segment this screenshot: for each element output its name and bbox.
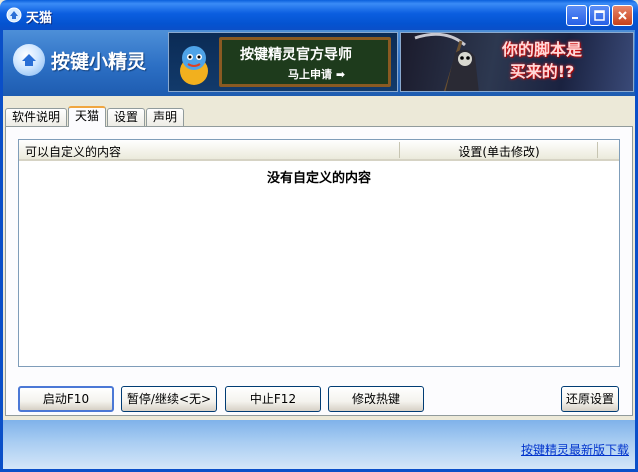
ad-banner-mentor[interactable]: 按键精灵官方导师 马上申请 ➡ — [168, 32, 398, 92]
column-divider[interactable] — [597, 142, 598, 158]
app-logo: 按键小精灵 — [13, 44, 146, 76]
title-bar[interactable]: 天猫 — [0, 0, 638, 30]
tab-strip: 软件说明 天猫 设置 声明 — [5, 106, 185, 127]
column-divider[interactable] — [399, 142, 400, 158]
close-button[interactable] — [612, 5, 633, 26]
window-title: 天猫 — [26, 11, 53, 26]
list-header: 可以自定义的内容 设置(单击修改) — [19, 140, 619, 161]
banner-mentor-apply: 马上申请 ➡ — [288, 68, 346, 81]
ad-banner-script[interactable]: 你的脚本是 买来的!? — [400, 32, 634, 92]
minimize-icon — [572, 17, 578, 19]
logo-icon — [13, 44, 45, 76]
empty-list-message: 没有自定义的内容 — [266, 171, 371, 186]
pause-resume-button[interactable]: 暂停/继续<无> — [121, 386, 217, 412]
banner-script-line2: 买来的!? — [509, 62, 575, 81]
tab-tmall[interactable]: 天猫 — [68, 106, 107, 127]
start-button[interactable]: 启动F10 — [18, 386, 114, 412]
grim-reaper-icon — [414, 33, 479, 91]
close-icon — [618, 11, 627, 20]
app-icon — [6, 7, 22, 23]
maximize-icon — [594, 10, 605, 21]
restore-settings-button[interactable]: 还原设置 — [561, 386, 619, 412]
change-hotkey-button[interactable]: 修改热键 — [328, 386, 424, 412]
maximize-button[interactable] — [589, 5, 610, 26]
footer: 按键精灵最新版下载 — [3, 420, 635, 469]
window-frame-left — [0, 30, 3, 472]
column-header-content[interactable]: 可以自定义的内容 — [25, 143, 121, 160]
tab-panel: 可以自定义的内容 设置(单击修改) 没有自定义的内容 启动F10 暂停/继续<无… — [5, 126, 633, 416]
stop-button[interactable]: 中止F12 — [225, 386, 321, 412]
tab-settings[interactable]: 设置 — [107, 108, 146, 127]
logo-text: 按键小精灵 — [51, 50, 147, 73]
tab-software-info[interactable]: 软件说明 — [5, 108, 68, 127]
column-header-settings[interactable]: 设置(单击修改) — [401, 143, 597, 160]
banner-script-text: 你的脚本是 买来的!? — [487, 39, 597, 83]
download-latest-link[interactable]: 按键精灵最新版下载 — [521, 441, 629, 458]
tab-statement[interactable]: 声明 — [146, 108, 185, 127]
custom-content-list[interactable]: 可以自定义的内容 设置(单击修改) 没有自定义的内容 — [18, 139, 620, 367]
minimize-button[interactable] — [566, 5, 587, 26]
header-banner-area: 按键小精灵 按键精灵官方导师 马上申请 ➡ 你的脚本是 买来的!? — [3, 30, 635, 96]
home-icon — [22, 54, 36, 66]
mascot-icon — [180, 46, 208, 85]
chalkboard: 按键精灵官方导师 马上申请 ➡ — [219, 37, 391, 87]
banner-mentor-title: 按键精灵官方导师 — [240, 47, 352, 63]
banner-script-line1: 你的脚本是 — [501, 40, 582, 59]
